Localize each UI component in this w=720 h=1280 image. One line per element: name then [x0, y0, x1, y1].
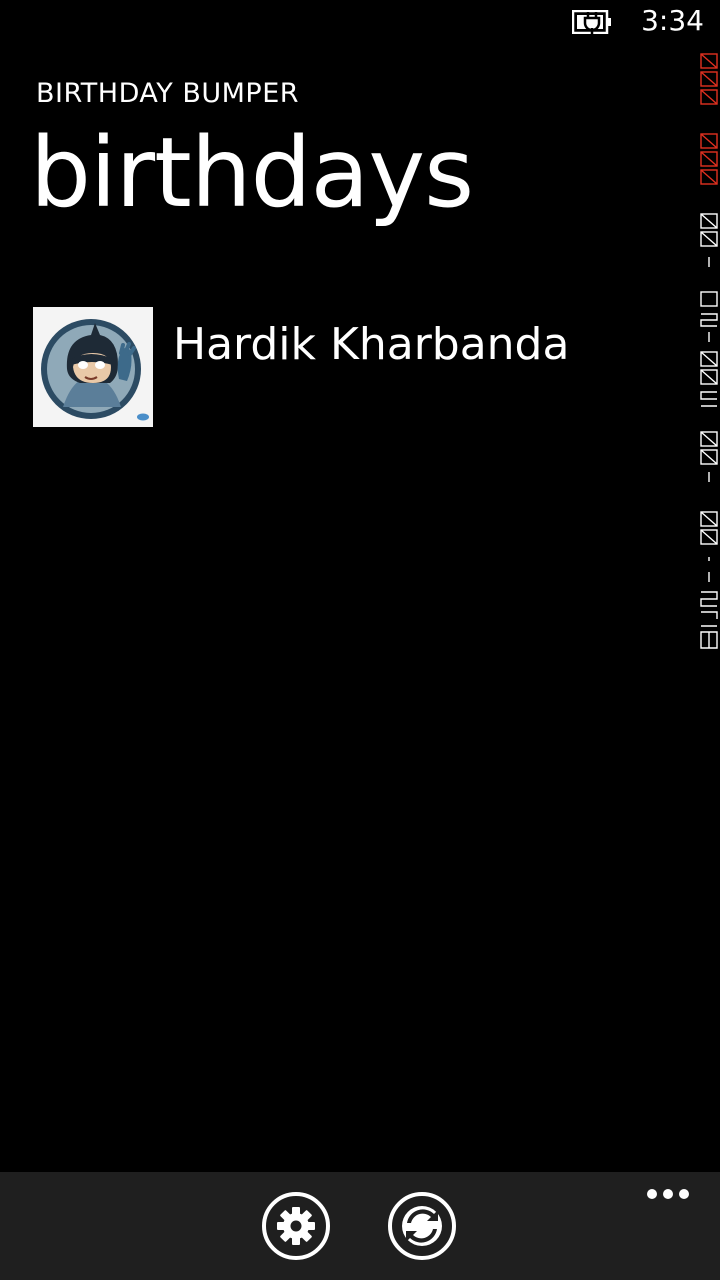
- sync-icon[interactable]: [386, 1190, 458, 1262]
- list-item[interactable]: Hardik Kharbanda: [33, 307, 673, 427]
- application-bar: [0, 1172, 720, 1280]
- status-clock: 3:34: [641, 4, 704, 37]
- app-screen: 3:34 BIRTHDAY BUMPER birthdays Hardik Kh…: [0, 0, 720, 1280]
- birthday-list: Hardik Kharbanda: [33, 307, 673, 427]
- batman-avatar-icon: [33, 307, 153, 427]
- person-name: Hardik Kharbanda: [173, 319, 570, 370]
- frame-rate-counter: [700, 53, 718, 649]
- battery-charging-icon: [572, 10, 611, 34]
- ellipsis-icon[interactable]: [646, 1186, 690, 1202]
- page-title: birthdays: [30, 117, 474, 229]
- status-bar: 3:34: [0, 0, 720, 48]
- app-title: BIRTHDAY BUMPER: [36, 78, 300, 109]
- settings-icon[interactable]: [260, 1190, 332, 1262]
